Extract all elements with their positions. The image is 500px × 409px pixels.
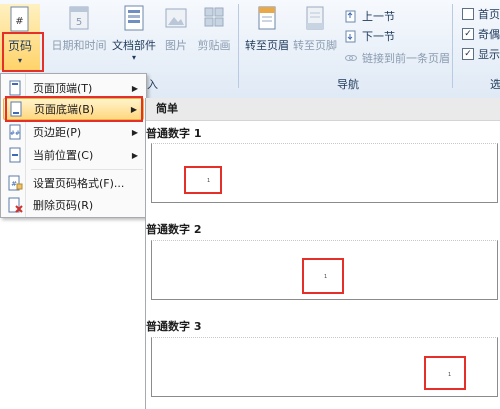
gallery-item-title: 普通数字 1 <box>146 127 202 140</box>
checkmark-icon: ✓ <box>462 48 474 60</box>
remove-page-number-icon <box>8 197 23 213</box>
clip-art-button[interactable]: 剪贴画 <box>192 4 236 53</box>
calendar-icon: 5 <box>69 6 89 30</box>
sample-highlight <box>184 166 222 194</box>
menu-item-label: 设置页码格式(F)... <box>33 177 125 190</box>
doc-parts-icon <box>124 5 144 31</box>
menu-item-label: 页边距(P) <box>33 126 82 139</box>
goto-header-button[interactable]: 转至页眉 <box>242 4 292 53</box>
sample-highlight <box>302 258 344 294</box>
date-time-button[interactable]: 5 日期和时间 <box>48 4 110 53</box>
menu-separator <box>31 169 143 170</box>
submenu-arrow-icon: ▶ <box>131 127 138 137</box>
sample-highlight <box>424 356 466 390</box>
gallery-item-title: 普通数字 2 <box>146 223 202 236</box>
svg-text:#: # <box>11 180 17 188</box>
show-text-checkbox[interactable]: ✓ 显示 <box>462 46 500 62</box>
page-bottom-highlight <box>5 96 143 122</box>
page-number-highlight <box>2 32 44 72</box>
submenu-arrow-icon: ▶ <box>131 150 138 160</box>
page-top-icon <box>9 80 21 96</box>
date-time-label: 日期和时间 <box>51 39 107 52</box>
page-margin-icon: ## <box>9 124 21 140</box>
next-section-button[interactable]: 下一节 <box>344 28 395 44</box>
prev-section-button[interactable]: 上一节 <box>344 8 395 24</box>
goto-header-icon <box>258 6 276 30</box>
prev-section-label: 上一节 <box>362 10 395 23</box>
link-previous-button[interactable]: 链接到前一条页眉 <box>344 50 450 66</box>
format-page-number-icon: # <box>8 175 23 191</box>
svg-text:##: ## <box>10 130 20 137</box>
link-icon <box>345 55 357 61</box>
gallery-item-plain-number-1[interactable]: 1 <box>151 143 498 203</box>
page-number-icon: # <box>10 6 29 32</box>
group-separator <box>452 4 453 88</box>
goto-header-label: 转至页眉 <box>245 39 289 52</box>
insert-group-label-tail: 入 <box>147 78 158 91</box>
next-section-label: 下一节 <box>362 30 395 43</box>
clip-art-label: 剪贴画 <box>197 39 231 52</box>
picture-icon <box>165 8 187 28</box>
gallery-item-title: 普通数字 3 <box>146 320 202 333</box>
clip-art-icon <box>204 7 224 27</box>
prev-section-icon <box>345 10 356 23</box>
first-page-checkbox[interactable]: 首页 <box>462 6 500 22</box>
submenu-arrow-icon: ▶ <box>131 83 138 93</box>
menu-item-remove-page-numbers[interactable]: 删除页码(R) <box>3 194 144 216</box>
menu-item-page-margin[interactable]: ## 页边距(P) ▶ <box>3 121 144 143</box>
next-section-icon <box>345 30 356 43</box>
options-group-label-tail: 选 <box>490 78 500 91</box>
doc-parts-label: 文档部件 <box>112 39 156 52</box>
goto-footer-button[interactable]: 转至页脚 <box>290 4 340 53</box>
menu-item-label: 删除页码(R) <box>33 199 94 212</box>
picture-button[interactable]: 图片 <box>158 4 194 53</box>
link-previous-label: 链接到前一条页眉 <box>362 52 450 65</box>
doc-parts-button[interactable]: 文档部件 ▾ <box>108 4 160 62</box>
current-position-icon <box>9 147 21 163</box>
menu-item-current-position[interactable]: 当前位置(C) ▶ <box>3 144 144 166</box>
nav-group-label: 导航 <box>337 78 359 91</box>
show-text-label: 显示 <box>478 48 500 61</box>
chevron-down-icon: ▾ <box>131 53 136 62</box>
gallery-item-plain-number-2[interactable]: 1 <box>151 240 498 300</box>
first-page-label: 首页 <box>478 8 500 21</box>
checkbox-box <box>462 8 474 20</box>
svg-text:5: 5 <box>76 17 82 28</box>
gallery-item-plain-number-3[interactable]: 1 <box>151 337 498 397</box>
odd-even-checkbox[interactable]: ✓ 奇偶 <box>462 26 500 42</box>
group-separator <box>238 4 239 88</box>
menu-item-format-page-numbers[interactable]: # 设置页码格式(F)... <box>3 172 144 194</box>
gallery-section-header: 简单 <box>146 98 500 121</box>
menu-item-label: 页面顶端(T) <box>33 82 93 95</box>
picture-label: 图片 <box>165 39 187 52</box>
checkmark-icon: ✓ <box>462 28 474 40</box>
goto-footer-label: 转至页脚 <box>293 39 337 52</box>
page-bottom-gallery: 简单 普通数字 1 1 普通数字 2 1 普通数字 3 1 <box>145 98 500 409</box>
svg-text:#: # <box>15 16 23 27</box>
menu-item-label: 当前位置(C) <box>33 149 94 162</box>
page-number-menu: 页面顶端(T) ▶ 页面底端(B) ▶ ## 页边距(P) ▶ 当前位置(C) … <box>0 73 147 218</box>
odd-even-label: 奇偶 <box>478 28 500 41</box>
goto-footer-icon <box>306 6 324 30</box>
